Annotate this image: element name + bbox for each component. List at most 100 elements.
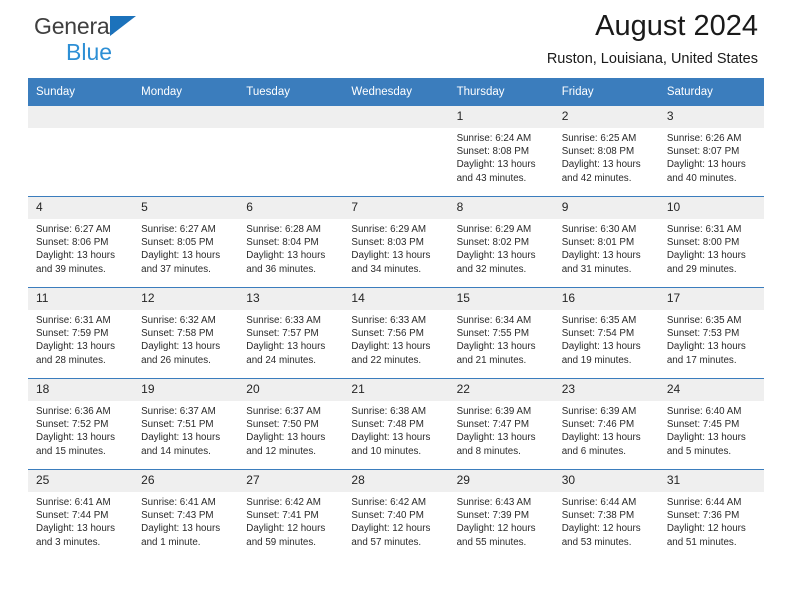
calendar-day-cell[interactable]: 23 Sunrise: 6:39 AM Sunset: 7:46 PM Dayligh… xyxy=(553,378,659,470)
calendar-day-cell[interactable]: 3 Sunrise: 6:26 AM Sunset: 8:07 PM Daylight… xyxy=(658,106,764,197)
calendar-day-cell[interactable]: 27 Sunrise: 6:42 AM Sunset: 7:41 PM Dayligh… xyxy=(238,469,344,560)
calendar-day-cell[interactable]: 18 Sunrise: 6:36 AM Sunset: 7:52 PM Dayligh… xyxy=(28,378,134,470)
logo-text-general: General xyxy=(34,13,115,39)
calendar-day-cell[interactable]: 14 Sunrise: 6:33 AM Sunset: 7:56 PM Dayligh… xyxy=(343,287,449,379)
daylight-text: Daylight: 12 hours and 55 minutes. xyxy=(456,523,536,548)
daylight-text: Daylight: 13 hours and 28 minutes. xyxy=(36,341,115,366)
calendar-day-cell[interactable]: 1 Sunrise: 6:24 AM Sunset: 8:08 PM Daylight… xyxy=(448,106,554,197)
day-number: 31 xyxy=(658,470,764,492)
sunrise-text: Sunrise: 6:31 AM xyxy=(36,315,111,326)
calendar-day-cell[interactable]: 28 Sunrise: 6:42 AM Sunset: 7:40 PM Dayligh… xyxy=(343,469,449,560)
day-number: 24 xyxy=(658,379,764,401)
day-number: 8 xyxy=(448,197,554,219)
day-number: 14 xyxy=(343,288,449,310)
weekday-header-thursday: Thursday xyxy=(448,78,554,106)
logo-text-blue: Blue xyxy=(66,39,113,65)
calendar-week-row: 4 Sunrise: 6:27 AM Sunset: 8:06 PM Daylight… xyxy=(28,196,764,288)
day-details: Sunrise: 6:32 AM Sunset: 7:58 PM Daylight:… xyxy=(133,310,238,367)
sunset-text: Sunset: 7:51 PM xyxy=(141,419,214,431)
sunrise-text: Sunrise: 6:26 AM xyxy=(666,133,742,144)
sunrise-text: Sunrise: 6:41 AM xyxy=(141,497,216,508)
day-details: Sunrise: 6:30 AM Sunset: 8:01 PM Daylight:… xyxy=(554,219,659,276)
calendar-day-cell[interactable]: 4 Sunrise: 6:27 AM Sunset: 8:06 PM Daylight… xyxy=(28,196,134,288)
calendar-day-cell[interactable]: 26 Sunrise: 6:41 AM Sunset: 7:43 PM Dayligh… xyxy=(133,469,239,560)
sunrise-text: Sunrise: 6:33 AM xyxy=(351,315,427,326)
sunrise-text: Sunrise: 6:31 AM xyxy=(666,224,742,235)
sunset-text: Sunset: 7:58 PM xyxy=(141,328,214,340)
calendar-day-cell[interactable]: 12 Sunrise: 6:32 AM Sunset: 7:58 PM Dayligh… xyxy=(133,287,239,379)
calendar-day-cell[interactable]: 30 Sunrise: 6:44 AM Sunset: 7:38 PM Dayligh… xyxy=(553,469,659,560)
calendar-day-cell[interactable]: 8 Sunrise: 6:29 AM Sunset: 8:02 PM Daylight… xyxy=(448,196,554,288)
sunset-text: Sunset: 7:43 PM xyxy=(141,510,214,522)
sunset-text: Sunset: 7:46 PM xyxy=(561,419,635,431)
sunrise-text: Sunrise: 6:35 AM xyxy=(561,315,637,326)
day-details xyxy=(238,128,343,132)
day-number: 29 xyxy=(448,470,554,492)
daylight-text: Daylight: 13 hours and 29 minutes. xyxy=(666,250,746,275)
day-details: Sunrise: 6:36 AM Sunset: 7:52 PM Daylight:… xyxy=(28,401,133,458)
sunset-text: Sunset: 7:52 PM xyxy=(36,419,109,431)
calendar-day-cell[interactable]: 20 Sunrise: 6:37 AM Sunset: 7:50 PM Dayligh… xyxy=(238,378,344,470)
day-details: Sunrise: 6:24 AM Sunset: 8:08 PM Daylight:… xyxy=(449,128,554,185)
sunset-text: Sunset: 7:36 PM xyxy=(666,510,740,522)
calendar-day-cell[interactable]: 15 Sunrise: 6:34 AM Sunset: 7:55 PM Dayligh… xyxy=(448,287,554,379)
calendar-day-cell[interactable]: 7 Sunrise: 6:29 AM Sunset: 8:03 PM Daylight… xyxy=(343,196,449,288)
sunset-text: Sunset: 7:47 PM xyxy=(456,419,529,431)
calendar-day-cell[interactable]: 25 Sunrise: 6:41 AM Sunset: 7:44 PM Dayligh… xyxy=(28,469,134,560)
day-details: Sunrise: 6:35 AM Sunset: 7:53 PM Daylight:… xyxy=(659,310,764,367)
daylight-text: Daylight: 13 hours and 21 minutes. xyxy=(456,341,536,366)
calendar-day-cell[interactable]: 13 Sunrise: 6:33 AM Sunset: 7:57 PM Dayligh… xyxy=(238,287,344,379)
calendar-week-row: 25 Sunrise: 6:41 AM Sunset: 7:44 PM Dayligh… xyxy=(28,469,764,560)
sunset-text: Sunset: 7:38 PM xyxy=(561,510,635,522)
day-number xyxy=(133,106,239,128)
day-number: 6 xyxy=(238,197,344,219)
day-details: Sunrise: 6:43 AM Sunset: 7:39 PM Daylight:… xyxy=(449,492,554,549)
sunrise-text: Sunrise: 6:42 AM xyxy=(246,497,321,508)
day-number: 13 xyxy=(238,288,344,310)
page-title: August 2024 xyxy=(595,10,758,42)
daylight-text: Daylight: 13 hours and 14 minutes. xyxy=(141,432,221,457)
calendar-day-cell[interactable]: 10 Sunrise: 6:31 AM Sunset: 8:00 PM Dayligh… xyxy=(658,196,764,288)
calendar-day-cell[interactable]: 5 Sunrise: 6:27 AM Sunset: 8:05 PM Daylight… xyxy=(133,196,239,288)
calendar-day-cell[interactable]: 22 Sunrise: 6:39 AM Sunset: 7:47 PM Dayligh… xyxy=(448,378,554,470)
calendar-day-cell[interactable]: 11 Sunrise: 6:31 AM Sunset: 7:59 PM Dayligh… xyxy=(28,287,134,379)
day-number: 7 xyxy=(343,197,449,219)
calendar-day-cell[interactable]: 24 Sunrise: 6:40 AM Sunset: 7:45 PM Dayligh… xyxy=(658,378,764,470)
day-details xyxy=(133,128,238,132)
calendar-day-cell[interactable]: 9 Sunrise: 6:30 AM Sunset: 8:01 PM Daylight… xyxy=(553,196,659,288)
calendar-cell-empty xyxy=(28,106,134,197)
calendar-day-cell[interactable]: 19 Sunrise: 6:37 AM Sunset: 7:51 PM Dayligh… xyxy=(133,378,239,470)
sunrise-text: Sunrise: 6:42 AM xyxy=(351,497,427,508)
day-details: Sunrise: 6:39 AM Sunset: 7:47 PM Daylight:… xyxy=(449,401,554,458)
calendar-day-cell[interactable]: 6 Sunrise: 6:28 AM Sunset: 8:04 PM Daylight… xyxy=(238,196,344,288)
calendar-page: General Blue August 2024 Ruston, Louisia… xyxy=(0,0,792,612)
calendar-day-cell[interactable]: 21 Sunrise: 6:38 AM Sunset: 7:48 PM Dayligh… xyxy=(343,378,449,470)
sunrise-text: Sunrise: 6:43 AM xyxy=(456,497,532,508)
calendar-day-cell[interactable]: 2 Sunrise: 6:25 AM Sunset: 8:08 PM Daylight… xyxy=(553,106,659,197)
sunrise-text: Sunrise: 6:25 AM xyxy=(561,133,637,144)
generalblue-logo[interactable]: General Blue xyxy=(34,12,224,72)
day-number xyxy=(238,106,344,128)
calendar-day-cell[interactable]: 29 Sunrise: 6:43 AM Sunset: 7:39 PM Dayligh… xyxy=(448,469,554,560)
calendar-day-cell[interactable]: 17 Sunrise: 6:35 AM Sunset: 7:53 PM Dayligh… xyxy=(658,287,764,379)
day-number: 26 xyxy=(133,470,239,492)
day-details: Sunrise: 6:42 AM Sunset: 7:40 PM Daylight:… xyxy=(343,492,448,549)
day-number: 10 xyxy=(658,197,764,219)
sunrise-text: Sunrise: 6:44 AM xyxy=(666,497,742,508)
day-details: Sunrise: 6:38 AM Sunset: 7:48 PM Daylight:… xyxy=(343,401,448,458)
day-number: 18 xyxy=(28,379,134,401)
calendar-cell-empty xyxy=(343,106,449,197)
daylight-text: Daylight: 13 hours and 3 minutes. xyxy=(36,523,115,548)
daylight-text: Daylight: 13 hours and 24 minutes. xyxy=(246,341,326,366)
sunset-text: Sunset: 7:56 PM xyxy=(351,328,424,340)
sunset-text: Sunset: 8:06 PM xyxy=(36,237,109,249)
day-details: Sunrise: 6:40 AM Sunset: 7:45 PM Daylight:… xyxy=(659,401,764,458)
day-number: 17 xyxy=(658,288,764,310)
daylight-text: Daylight: 13 hours and 43 minutes. xyxy=(456,159,536,184)
sunrise-text: Sunrise: 6:44 AM xyxy=(561,497,637,508)
daylight-text: Daylight: 13 hours and 32 minutes. xyxy=(456,250,536,275)
calendar-day-cell[interactable]: 31 Sunrise: 6:44 AM Sunset: 7:36 PM Dayligh… xyxy=(658,469,764,560)
day-details: Sunrise: 6:44 AM Sunset: 7:38 PM Daylight:… xyxy=(554,492,659,549)
day-number: 20 xyxy=(238,379,344,401)
calendar-day-cell[interactable]: 16 Sunrise: 6:35 AM Sunset: 7:54 PM Dayligh… xyxy=(553,287,659,379)
